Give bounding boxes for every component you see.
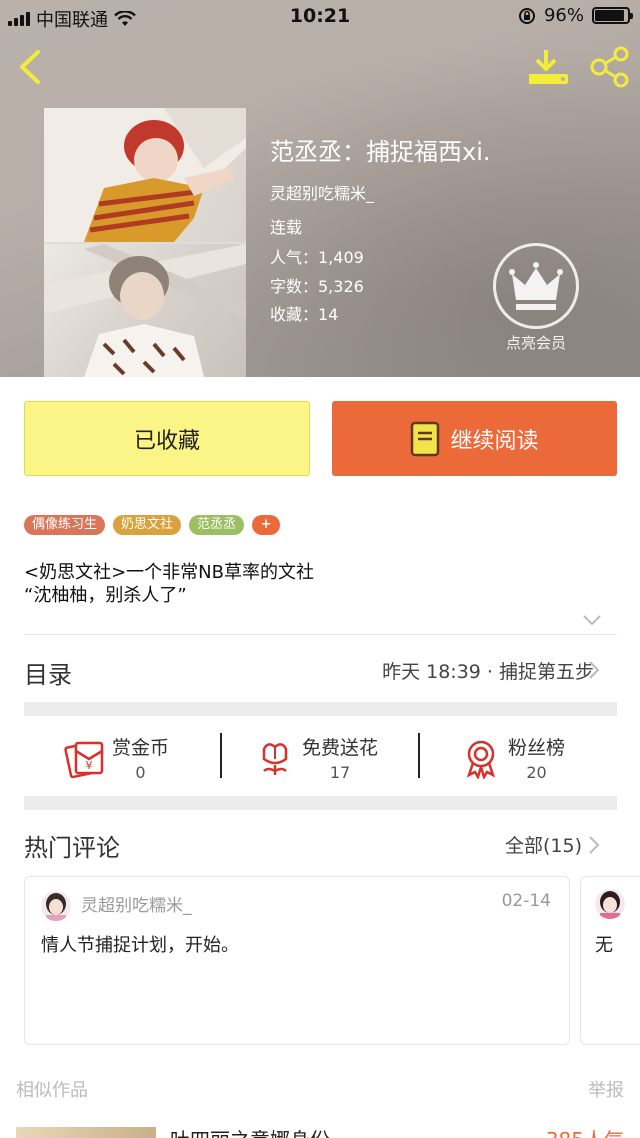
avatar[interactable] (41, 891, 71, 921)
chevron-down-icon (583, 615, 601, 626)
send-flower-button[interactable]: 免费送花 17 (254, 730, 378, 785)
back-arrow-icon (20, 50, 40, 84)
comment-text: 情人节捕捉计划，开始。 (41, 935, 239, 956)
serial-status: 连载 (270, 218, 303, 237)
flower-icon (262, 742, 288, 775)
book-header: 中国联通 10:21 96% 范丞丞：捕捉福西xi. 灵超别吃糯米_ 连载 人气… (0, 0, 640, 377)
reward-label: 免费送花 (302, 737, 379, 759)
vip-badge-button[interactable]: 点亮会员 (492, 243, 580, 358)
word-count: 字数：5,326 (270, 277, 364, 296)
favorites-count: 收藏：14 (270, 305, 339, 324)
red-envelope-icon: ¥ (64, 741, 104, 778)
tag-list: 偶像练习生 奶思文社 范丞丞 + (24, 515, 281, 535)
comment-date: 02-14 (501, 891, 551, 911)
cover-photo-bottom (44, 244, 246, 377)
catalog-title[interactable]: 目录 (24, 655, 72, 690)
expand-description-button[interactable] (582, 612, 602, 626)
reward-count: 0 (135, 763, 146, 782)
vertical-divider (220, 733, 222, 778)
comment-card[interactable]: 无 (580, 876, 640, 1045)
all-comments-link[interactable]: 全部(15) (505, 831, 582, 858)
book-title: 范丞丞：捕捉福西xi. (270, 138, 491, 166)
latest-chapter[interactable]: 昨天 18:39 · 捕捉第五步 (382, 657, 594, 684)
add-tag-button[interactable]: + (252, 515, 281, 535)
section-separator (24, 702, 617, 716)
book-description: <奶思文社>一个非常NB草率的文社 “沈柚柚，别杀人了” (24, 561, 314, 607)
description-line: “沈柚柚，别杀人了” (24, 585, 187, 606)
reward-label: 粉丝榜 (508, 737, 566, 759)
similar-work-popularity: 385人气 (546, 1124, 624, 1138)
similar-work-cover[interactable] (16, 1127, 156, 1138)
chevron-right-icon (589, 661, 600, 679)
avatar[interactable] (595, 889, 625, 919)
coin-reward-button[interactable]: ¥ 赏金币 0 (64, 730, 169, 785)
section-separator (24, 796, 617, 810)
chevron-right-icon (589, 836, 600, 854)
report-button[interactable]: 举报 (588, 1076, 624, 1102)
svg-text:¥: ¥ (86, 759, 93, 772)
rotation-lock-icon (518, 7, 535, 24)
comment-card[interactable]: 灵超别吃糯米_ 02-14 情人节捕捉计划，开始。 (24, 876, 570, 1045)
tag-item[interactable]: 奶思文社 (113, 515, 182, 535)
reward-count: 20 (526, 763, 547, 782)
status-bar: 中国联通 10:21 96% (0, 0, 640, 34)
back-button[interactable] (14, 46, 48, 88)
tag-item[interactable]: 范丞丞 (189, 515, 245, 535)
similar-work-title[interactable]: 吐四丽之意娜身份 (170, 1124, 330, 1138)
tag-item[interactable]: 偶像练习生 (24, 515, 106, 535)
download-icon (529, 50, 568, 84)
crown-icon (493, 243, 579, 329)
battery-percent: 96% (543, 5, 584, 26)
divider (24, 634, 617, 635)
fan-ranking-button[interactable]: 粉丝榜 20 (460, 730, 565, 785)
reward-count: 17 (329, 763, 351, 782)
vip-label: 点亮会员 (505, 334, 566, 352)
similar-works-label: 相似作品 (16, 1080, 88, 1101)
catalog-chevron[interactable] (587, 659, 601, 681)
vertical-divider (418, 733, 420, 778)
comment-text: 无 (595, 935, 613, 956)
author-name[interactable]: 灵超别吃糯米_ (270, 180, 374, 204)
download-button[interactable] (526, 46, 570, 88)
popularity-count: 人气：1,409 (270, 248, 364, 267)
cover-photo-top (44, 108, 246, 242)
share-icon (590, 46, 629, 88)
comment-username[interactable]: 灵超别吃糯米_ (81, 891, 192, 916)
description-line: <奶思文社>一个非常NB草率的文社 (24, 562, 314, 583)
book-icon (411, 421, 440, 456)
hot-comments-title: 热门评论 (24, 834, 120, 862)
share-button[interactable] (588, 46, 632, 88)
continue-reading-label: 继续阅读 (450, 428, 539, 454)
battery-icon (592, 7, 633, 24)
reward-label: 赏金币 (112, 737, 170, 759)
collected-label: 已收藏 (133, 428, 200, 454)
all-comments-chevron[interactable] (587, 834, 601, 856)
book-cover[interactable] (44, 108, 246, 377)
continue-reading-button[interactable]: 继续阅读 (332, 401, 617, 476)
medal-icon (466, 740, 496, 779)
collected-button[interactable]: 已收藏 (24, 401, 310, 476)
